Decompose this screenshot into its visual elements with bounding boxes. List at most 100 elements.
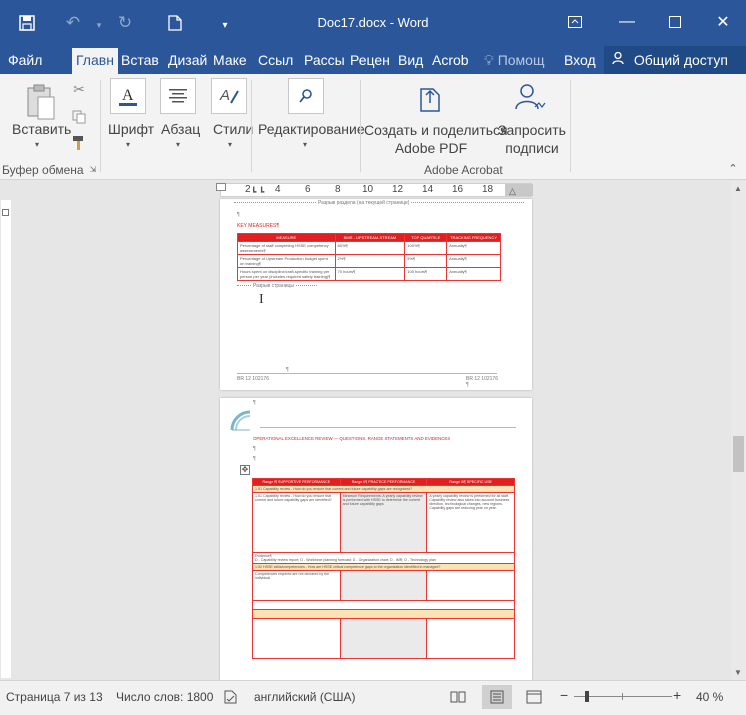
request-signature-button[interactable]: Запросить подписи	[496, 121, 568, 157]
tab-insert[interactable]: Встав	[121, 48, 165, 74]
paragraph-button[interactable]: Абзац	[161, 121, 200, 137]
styles-dropdown-icon[interactable]: ▾	[228, 140, 232, 149]
ribbon-tabs: Файл Главн Встав Дизай Маке Ссыл Рассы Р…	[0, 46, 746, 74]
key-measures-table: MEASURE BMR - UPSTREAM-STREAM TOP QUARTI…	[237, 233, 501, 281]
proofing-icon[interactable]	[224, 690, 240, 707]
scroll-up-icon[interactable]: ▲	[734, 184, 742, 193]
tab-design[interactable]: Дизай	[168, 48, 210, 74]
table-cell	[252, 600, 515, 610]
ruler-number: 18	[482, 184, 494, 195]
zoom-in-button[interactable]: +	[673, 687, 681, 703]
read-mode-icon[interactable]	[450, 690, 466, 707]
vertical-ruler	[1, 200, 11, 678]
request-signature-icon[interactable]	[512, 80, 548, 116]
tab-references[interactable]: Ссыл	[258, 48, 298, 74]
tab-home[interactable]: Главн	[72, 48, 118, 74]
undo-dropdown-icon[interactable]: ▾	[86, 12, 112, 38]
tab-acrobat[interactable]: Acrob	[432, 48, 472, 74]
footer-right: BR 12 102176	[466, 376, 498, 382]
language-status[interactable]: английский (США)	[254, 690, 355, 704]
login-link[interactable]: Вход	[564, 48, 600, 74]
word-count[interactable]: Число слов: 1800	[116, 690, 213, 704]
tab-mailings[interactable]: Рассы	[304, 48, 346, 74]
editing-button[interactable]: Редактирование	[258, 121, 365, 137]
cut-icon[interactable]: ✂	[70, 80, 88, 98]
undo-icon[interactable]: ↶	[60, 10, 86, 36]
tab-layout[interactable]: Маке	[213, 48, 253, 74]
table-row: Hours spent on discipline/craft-specific…	[237, 267, 501, 281]
horizontal-ruler[interactable]: ┗ ┗ 2 4 6 8 10 12 14 16 18 △	[216, 183, 533, 197]
table-cell	[252, 618, 341, 659]
customize-toolbar-icon[interactable]: ▾	[212, 12, 238, 38]
font-icon[interactable]: A	[110, 78, 146, 114]
request-sign-line2: подписи	[505, 140, 559, 156]
magnifier-icon[interactable]	[288, 78, 324, 114]
zoom-slider-thumb[interactable]	[585, 691, 589, 702]
clipboard-launcher-icon[interactable]: ⇲	[88, 164, 98, 174]
new-document-icon[interactable]	[162, 10, 188, 36]
create-pdf-button[interactable]: Создать и поделиться Adobe PDF	[364, 121, 508, 157]
vertical-scrollbar[interactable]: ▲ ▼	[731, 181, 746, 680]
tab-file[interactable]: Файл	[0, 48, 70, 74]
page-counter[interactable]: Страница 7 из 13	[6, 690, 103, 704]
scroll-down-icon[interactable]: ▼	[734, 668, 742, 677]
font-button[interactable]: Шрифт	[108, 121, 154, 137]
table-cell: Percentage of Upstream Production budget…	[237, 254, 336, 268]
table-row: 1.51 Capability review - How do you ensu…	[252, 492, 515, 553]
clipboard-group-label: Буфер обмена	[2, 163, 84, 177]
tab-stop-selector[interactable]	[2, 209, 9, 216]
table-row	[252, 618, 515, 659]
close-icon[interactable]: ✕	[708, 8, 738, 36]
right-indent-marker[interactable]: △	[509, 186, 516, 197]
review-table: Range I¶ SUPPORTIVE PERFORMANCE Range II…	[252, 478, 515, 659]
maximize-icon[interactable]	[660, 8, 690, 36]
document-page[interactable]: Разрыв раздела (на текущей странице) ¶ K…	[220, 199, 532, 390]
redo-icon[interactable]: ↻	[112, 10, 138, 36]
create-pdf-icon[interactable]	[416, 80, 446, 116]
ruler-number: 2	[245, 184, 251, 195]
zoom-slider-tick	[622, 693, 623, 700]
table-row: Range I¶ SUPPORTIVE PERFORMANCE Range II…	[252, 478, 515, 486]
logo-icon	[230, 410, 252, 432]
ribbon-display-options-icon[interactable]	[560, 8, 590, 36]
paste-icon[interactable]	[24, 82, 58, 122]
save-icon[interactable]	[14, 10, 40, 36]
first-line-indent-marker[interactable]	[216, 183, 226, 191]
styles-button[interactable]: Стили	[213, 121, 253, 137]
share-button[interactable]: Общий доступ	[604, 46, 746, 74]
key-measures-heading: KEY MEASURES¶	[237, 223, 280, 229]
editing-dropdown-icon[interactable]: ▾	[303, 140, 307, 149]
collapse-ribbon-icon[interactable]: ⌃	[726, 162, 740, 175]
tab-view[interactable]: Вид	[398, 48, 426, 74]
web-layout-icon[interactable]	[526, 690, 542, 707]
document-page[interactable]: ¶ OPERATIONAL EXCELLENCE REVIEW — QUESTI…	[220, 398, 532, 680]
format-painter-icon[interactable]	[70, 134, 88, 152]
zoom-out-button[interactable]: −	[560, 687, 568, 703]
copy-icon[interactable]	[70, 108, 88, 126]
table-cell	[339, 618, 428, 659]
ruler-number: 10	[362, 184, 374, 195]
paragraph-dropdown-icon[interactable]: ▾	[176, 140, 180, 149]
table-move-handle-icon[interactable]: ✥	[240, 465, 250, 475]
zoom-level[interactable]: 40 %	[696, 690, 723, 704]
scrollbar-thumb[interactable]	[733, 436, 744, 472]
table-row: Competences required are not declared by…	[252, 570, 515, 601]
paste-dropdown-icon[interactable]: ▾	[35, 140, 39, 149]
paragraph-mark: ¶	[237, 212, 240, 218]
tab-help[interactable]: 💡︎ Помощ	[484, 48, 554, 74]
zoom-slider[interactable]	[574, 691, 672, 702]
styles-icon[interactable]: A	[211, 78, 247, 114]
footer-rule	[237, 373, 497, 374]
table-cell: 1.51 Capability review - How do you ensu…	[252, 485, 515, 493]
table-cell: 1.51 Capability review - How do you ensu…	[252, 492, 341, 553]
minimize-icon[interactable]: —	[612, 8, 642, 36]
header-rule	[260, 427, 516, 428]
table-cell: Annually¶	[446, 241, 501, 255]
print-layout-icon[interactable]	[482, 685, 512, 709]
font-dropdown-icon[interactable]: ▾	[126, 140, 130, 149]
paragraph-icon[interactable]	[160, 78, 196, 114]
table-row	[252, 600, 515, 610]
paste-button[interactable]: Вставить	[12, 121, 71, 137]
tab-review[interactable]: Рецен	[350, 48, 392, 74]
section-break: Разрыв раздела (на текущей странице)	[234, 200, 524, 206]
